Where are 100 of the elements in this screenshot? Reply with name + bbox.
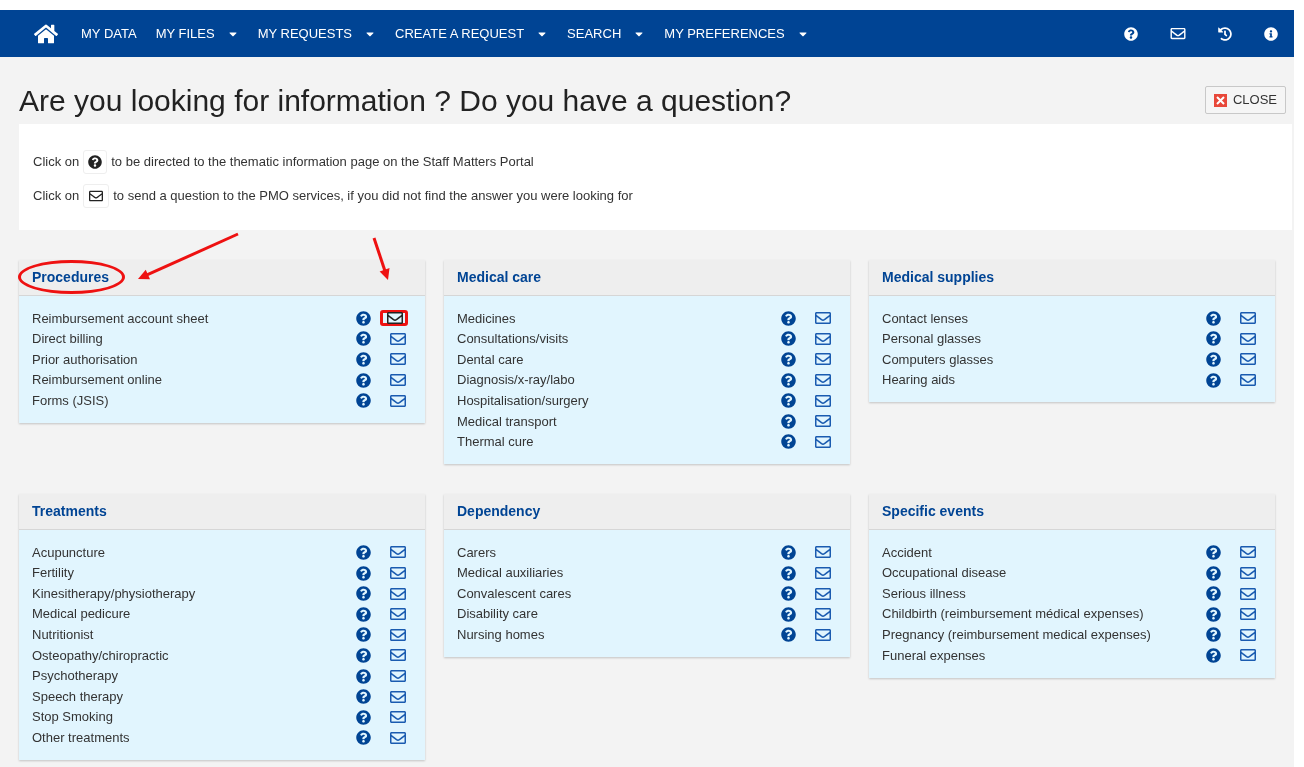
topic-label: Convalescent cares	[457, 584, 573, 603]
help-icon[interactable]	[356, 606, 371, 622]
help-icon[interactable]	[781, 434, 796, 450]
mail-icon[interactable]	[1170, 26, 1186, 41]
topic-label: Forms (JSIS)	[32, 391, 110, 410]
help-icon[interactable]	[356, 544, 371, 560]
topic-label: Nursing homes	[457, 626, 546, 645]
help-icon[interactable]	[781, 372, 796, 388]
help-icon[interactable]	[1206, 352, 1221, 367]
help-icon[interactable]	[781, 544, 796, 560]
nav-menu-item[interactable]: MY REQUESTS	[257, 23, 377, 44]
topic-label: Consultations/visits	[457, 330, 570, 349]
help-icon[interactable]	[356, 310, 371, 326]
topic-label: Computers glasses	[882, 350, 995, 369]
panel-title: Medical supplies	[882, 268, 995, 287]
help-icon[interactable]	[1206, 372, 1221, 388]
help-icon[interactable]	[1124, 26, 1138, 41]
mail-icon	[83, 184, 110, 208]
help-icon[interactable]	[1206, 310, 1221, 326]
topic-label: Pregnancy (reimbursement medical expenses)	[882, 626, 1152, 645]
topic-label: Reimbursement online	[32, 371, 164, 390]
help-icon[interactable]	[356, 393, 371, 409]
topic-label: Other treatments	[32, 729, 131, 748]
help-icon[interactable]	[1206, 647, 1221, 663]
topic-label: Hospitalisation/surgery	[457, 391, 590, 410]
info-text: Click on	[33, 153, 80, 172]
info-text: to be directed to the thematic information page on the Staff Matters Portal	[111, 153, 534, 172]
topic-label: Direct billing	[32, 330, 104, 349]
help-icon[interactable]	[356, 627, 371, 643]
help-icon[interactable]	[356, 586, 371, 602]
nav-menu-item[interactable]: MY DATA	[81, 23, 137, 44]
help-icon[interactable]	[1206, 544, 1221, 560]
topic-label: Disability care	[457, 605, 539, 624]
panel-title: Medical care	[457, 268, 542, 287]
topic-label: Kinesitherapy/physiotherapy	[32, 584, 197, 603]
topic-label: Fertility	[32, 564, 75, 583]
help-icon[interactable]	[781, 352, 796, 367]
help-icon[interactable]	[1206, 331, 1221, 347]
help-icon[interactable]	[781, 565, 796, 581]
topic-label: Childbirth (reimbursement médical expenses)	[882, 605, 1145, 624]
panel-title: Dependency	[457, 502, 541, 522]
help-icon	[83, 150, 108, 174]
topic-label: Medicines	[457, 309, 517, 328]
history-icon[interactable]	[1218, 26, 1232, 41]
mail-button[interactable]	[380, 310, 408, 327]
annotation-arrow	[372, 236, 392, 282]
page-title: Are you looking for information ? Do you have a question?	[19, 82, 792, 119]
help-icon[interactable]	[356, 331, 371, 347]
topic-label: Medical auxiliaries	[457, 564, 565, 583]
topic-label: Acupuncture	[32, 543, 106, 562]
topic-label: Thermal cure	[457, 433, 535, 452]
help-icon[interactable]	[1206, 565, 1221, 581]
help-icon[interactable]	[356, 668, 371, 684]
topic-label: Reimbursement account sheet	[32, 309, 210, 328]
nav-menu-item[interactable]: CREATE A REQUEST	[395, 23, 549, 44]
help-icon[interactable]	[356, 709, 371, 725]
help-icon[interactable]	[781, 393, 796, 409]
help-icon[interactable]	[1206, 586, 1221, 602]
topic-label: Accident	[882, 543, 933, 562]
help-icon[interactable]	[1206, 606, 1221, 622]
panel-title: Treatments	[32, 502, 107, 522]
help-icon[interactable]	[781, 606, 796, 622]
help-icon[interactable]	[356, 689, 371, 705]
topic-label: Funeral expenses	[882, 646, 987, 665]
help-icon[interactable]	[356, 647, 371, 663]
help-icon[interactable]	[356, 565, 371, 581]
topic-label: Medical pedicure	[32, 605, 132, 624]
close-icon	[1213, 93, 1227, 107]
topic-label: Speech therapy	[32, 687, 125, 706]
topic-label: Personal glasses	[882, 330, 982, 349]
nav-menu-item[interactable]: MY FILES	[155, 23, 239, 44]
panel-title: Specific events	[882, 502, 984, 522]
close-button[interactable]: CLOSE	[1204, 86, 1286, 114]
info-text: Click on	[33, 187, 80, 206]
home-icon[interactable]	[34, 22, 58, 45]
help-icon[interactable]	[356, 730, 371, 746]
help-icon[interactable]	[781, 310, 796, 326]
topic-label: Medical transport	[457, 412, 558, 431]
topic-label: Hearing aids	[882, 371, 956, 390]
topic-label: Stop Smoking	[32, 708, 114, 727]
help-icon[interactable]	[356, 372, 371, 388]
topic-label: Nutritionist	[32, 626, 95, 645]
help-icon[interactable]	[356, 352, 371, 367]
help-icon[interactable]	[781, 586, 796, 602]
nav-menu-item[interactable]: SEARCH	[567, 23, 646, 44]
topic-label: Dental care	[457, 350, 525, 369]
help-icon[interactable]	[781, 331, 796, 347]
topic-label: Osteopathy/chiropractic	[32, 646, 170, 665]
help-icon[interactable]	[1206, 627, 1221, 643]
topic-label: Carers	[457, 543, 497, 562]
info-icon[interactable]	[1264, 26, 1278, 41]
topic-label: Contact lenses	[882, 309, 969, 328]
info-text: to send a question to the PMO services, if you did not find the answer you were looking for	[113, 187, 633, 206]
topic-label: Serious illness	[882, 584, 967, 603]
nav-menu-item[interactable]: MY PREFERENCES	[664, 23, 809, 44]
panel-title: Procedures	[32, 267, 110, 288]
help-icon[interactable]	[781, 413, 796, 429]
topic-label: Prior authorisation	[32, 350, 139, 369]
help-icon[interactable]	[781, 627, 796, 643]
topic-label: Diagnosis/x-ray/labo	[457, 371, 576, 390]
